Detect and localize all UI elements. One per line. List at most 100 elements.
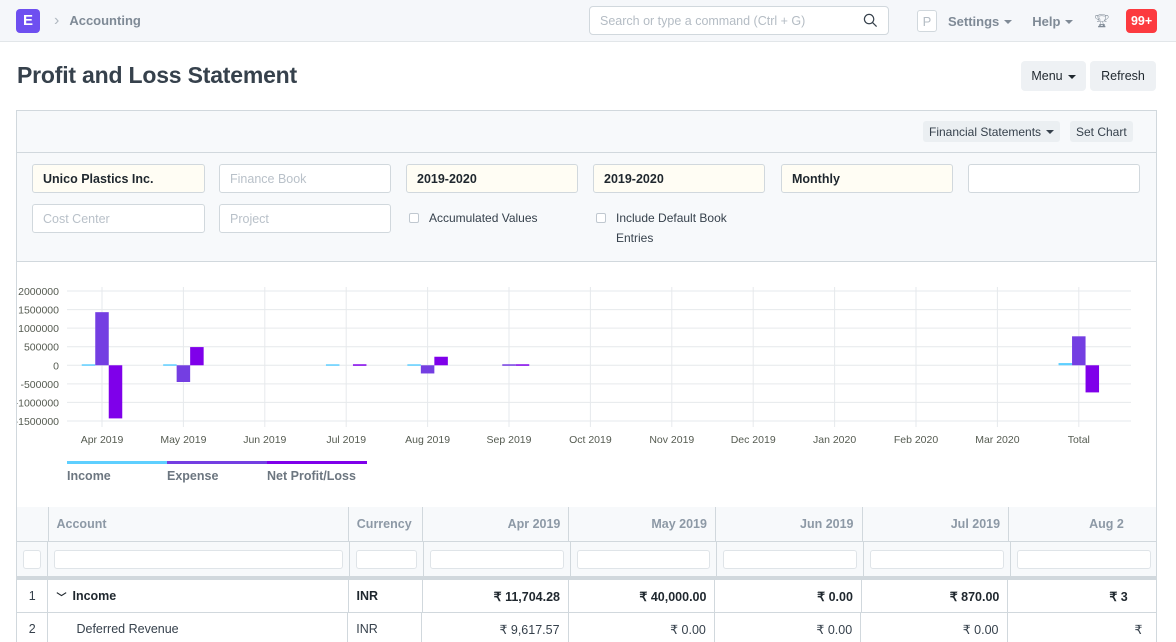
table-row[interactable]: 2 Deferred Revenue INR ₹ 9,617.57 ₹ 0.00… — [17, 613, 1156, 642]
trophy-icon[interactable]: 🏆︎ — [1093, 13, 1110, 29]
to-fiscal-year-field[interactable]: 2019-2020 — [593, 164, 765, 193]
bar-expense — [176, 365, 191, 382]
chart-area: 2000000 1500000 1000000 500000 0 -500000 -1000… — [17, 262, 1156, 507]
bar-net-profit-loss — [841, 364, 855, 366]
bar-income — [245, 364, 258, 366]
filter-input-account[interactable] — [54, 549, 343, 569]
bar-income — [325, 364, 340, 366]
value-cell: ₹ 0.00 — [715, 580, 862, 613]
bar-expense — [95, 312, 109, 366]
x-tick-label: Aug 2019 — [405, 434, 450, 446]
header-index — [17, 507, 49, 542]
bar-expense — [1072, 336, 1086, 366]
account-cell[interactable]: ﹀ Income — [48, 580, 349, 613]
bar-expense — [258, 364, 272, 366]
x-tick-label: Jun 2019 — [243, 434, 286, 446]
value-cell: ₹ 0.00 — [714, 613, 862, 642]
header-jul-2019[interactable]: Jul 2019 — [862, 507, 1010, 542]
menu-label: Menu — [1031, 69, 1063, 83]
user-avatar[interactable]: P — [917, 10, 937, 32]
filter-cell — [717, 542, 865, 577]
bar-income — [896, 364, 910, 366]
from-fiscal-year-field[interactable]: 2019-2020 — [406, 164, 578, 193]
x-tick-label: Feb 2020 — [894, 434, 939, 446]
caret-down-icon — [1046, 130, 1055, 134]
menu-button[interactable]: Menu — [1021, 61, 1086, 91]
include-default-book-label: Include Default Book Entries — [616, 211, 727, 245]
help-dropdown[interactable]: Help — [1032, 14, 1074, 29]
header-account[interactable]: Account — [48, 507, 349, 542]
filter-cell — [48, 542, 350, 577]
breadcrumb-accounting[interactable]: Accounting — [69, 13, 141, 28]
x-tick-label: May 2019 — [160, 434, 206, 446]
checkbox-box[interactable] — [596, 213, 606, 223]
bar-net-profit-loss — [108, 365, 123, 419]
filter-cell — [423, 542, 571, 577]
caret-down-icon — [1067, 74, 1076, 79]
extra-filter-field[interactable] — [968, 164, 1140, 193]
header-currency[interactable]: Currency — [348, 507, 423, 542]
row-index: 2 — [17, 613, 49, 642]
bar-net-profit-loss — [190, 347, 204, 366]
header-apr-2019[interactable]: Apr 2019 — [422, 507, 570, 542]
include-default-book-checkbox[interactable]: Include Default Book Entries — [596, 208, 756, 248]
project-field[interactable]: Project — [219, 204, 391, 233]
legend-item[interactable]: Expense — [167, 461, 267, 483]
cost-center-field[interactable]: Cost Center — [32, 204, 205, 233]
report-toolbar: Financial Statements Set Chart — [17, 111, 1156, 153]
bar-expense — [991, 364, 1005, 366]
bar-expense — [665, 364, 679, 366]
bar-income — [489, 364, 503, 366]
header-aug-2019[interactable]: Aug 2 — [1009, 507, 1156, 542]
filter-input-may[interactable] — [576, 549, 711, 569]
y-tick-label: 0 — [53, 360, 59, 372]
legend-item[interactable]: Net Profit/Loss — [267, 461, 367, 483]
filter-input-jun[interactable] — [723, 549, 858, 569]
refresh-button[interactable]: Refresh — [1090, 61, 1156, 91]
bar-expense — [502, 364, 516, 366]
account-cell[interactable]: Deferred Revenue — [48, 613, 349, 642]
bar-expense — [339, 364, 353, 366]
value-cell: ₹ 3 — [1008, 580, 1156, 613]
set-chart-button[interactable]: Set Chart — [1070, 121, 1133, 142]
accumulated-values-checkbox[interactable]: Accumulated Values — [409, 208, 538, 228]
legend-item[interactable]: Income — [67, 461, 167, 483]
x-tick-label: Nov 2019 — [649, 434, 694, 446]
filter-cell — [17, 542, 49, 577]
finance-book-field[interactable]: Finance Book — [219, 164, 391, 193]
chart-legend: Income Expense Net Profit/Loss — [67, 461, 367, 483]
value-cell: ₹ 870.00 — [861, 580, 1009, 613]
notifications-badge[interactable]: 99+ — [1125, 9, 1158, 33]
filter-input-aug[interactable] — [1017, 549, 1152, 569]
filter-input-apr[interactable] — [429, 549, 564, 569]
financial-statements-dropdown[interactable]: Financial Statements — [923, 121, 1061, 142]
periodicity-field[interactable]: Monthly — [781, 164, 953, 193]
bar-expense — [584, 364, 598, 366]
app-logo[interactable]: E — [16, 8, 40, 33]
table-row[interactable]: 1 ﹀ Income INR ₹ 11,704.28 ₹ 40,000.00 ₹ … — [17, 580, 1156, 613]
x-tick-label: Total — [1068, 434, 1090, 446]
filter-input-currency[interactable] — [355, 549, 417, 569]
bar-income — [81, 364, 96, 366]
search-input[interactable]: Search or type a command (Ctrl + G) — [589, 6, 889, 35]
table-header-row: Account Currency Apr 2019 May 2019 Jun 2… — [17, 507, 1156, 542]
header-may-2019[interactable]: May 2019 — [569, 507, 716, 542]
report-table: Account Currency Apr 2019 May 2019 Jun 2… — [17, 507, 1156, 642]
header-jun-2019[interactable]: Jun 2019 — [715, 507, 863, 542]
bar-net-profit-loss — [272, 364, 286, 366]
y-tick-label: -1500000 — [17, 416, 59, 428]
report-container: Financial Statements Set Chart Unico Pla… — [16, 110, 1157, 642]
company-field[interactable]: Unico Plastics Inc. — [32, 164, 205, 193]
bar-net-profit-loss — [923, 364, 937, 366]
value-cell: ₹ 0.00 — [861, 613, 1008, 642]
currency-cell: INR — [348, 613, 423, 642]
filter-cell — [1011, 542, 1156, 577]
filter-input-index[interactable] — [23, 549, 42, 569]
settings-dropdown[interactable]: Settings — [948, 13, 1013, 29]
settings-label: Settings — [948, 13, 1000, 29]
checkbox-box[interactable] — [409, 213, 419, 223]
table-filter-row — [17, 542, 1156, 577]
filter-input-jul[interactable] — [870, 549, 1005, 569]
x-tick-label: Jan 2020 — [813, 434, 856, 446]
chevron-down-icon[interactable]: ﹀ — [56, 589, 66, 604]
